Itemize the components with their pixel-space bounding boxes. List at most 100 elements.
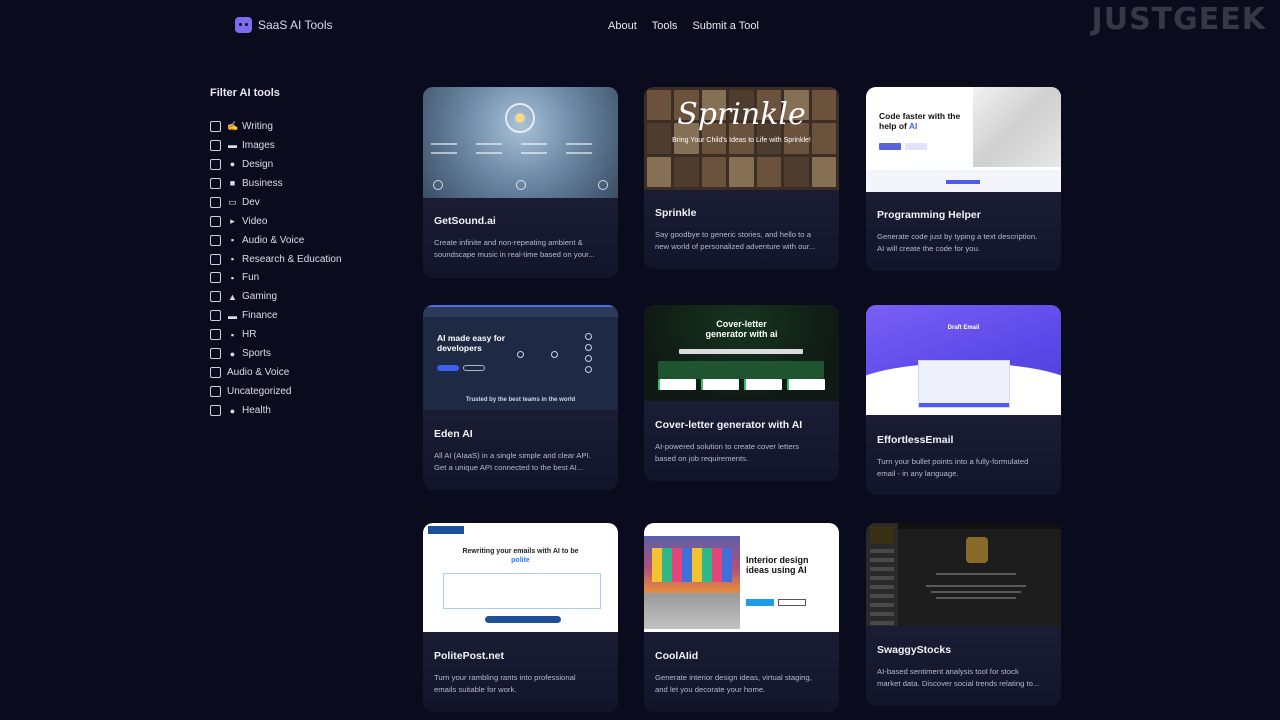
thumb-heading: Rewriting your emails with AI to be polit… bbox=[462, 548, 579, 564]
tool-name[interactable]: EffortlessEmail bbox=[877, 434, 1050, 446]
filter-item[interactable]: Uncategorized bbox=[210, 382, 342, 401]
filter-item[interactable]: ▬ Finance bbox=[210, 306, 342, 325]
tool-name[interactable]: Programming Helper bbox=[877, 209, 1050, 221]
tool-name[interactable]: PolitePost.net bbox=[434, 650, 607, 662]
thumb-footer: Trusted by the best teams in the world bbox=[465, 397, 576, 403]
tool-thumbnail: Draft Email bbox=[866, 305, 1061, 415]
filter-checkbox[interactable] bbox=[210, 196, 221, 208]
filter-label: Business bbox=[242, 177, 283, 189]
thumb-heading: Code faster with the help of AI bbox=[879, 111, 961, 131]
tool-thumbnail bbox=[423, 87, 618, 198]
filter-item[interactable]: ● Health bbox=[210, 401, 342, 420]
tool-card-programming-helper[interactable]: Code faster with the help of AI Programm… bbox=[866, 87, 1061, 271]
tool-description: Say goodbye to generic stories, and hell… bbox=[655, 230, 816, 251]
tool-description: Turn your rambling rants into profession… bbox=[434, 673, 576, 694]
tool-card-coolaiid[interactable]: Interior design ideas using AI CoolAIid … bbox=[644, 523, 839, 712]
tool-card-swaggystocks[interactable]: SwaggyStocks AI-based sentiment analysis… bbox=[866, 523, 1061, 706]
filter-item[interactable]: ▪ Audio & Voice bbox=[210, 231, 342, 250]
tool-name[interactable]: CoolAIid bbox=[655, 650, 828, 662]
tool-card-eden-ai[interactable]: AI made easy for developers Trusted by t… bbox=[423, 305, 618, 490]
card-body: PolitePost.net Turn your rambling rants … bbox=[423, 632, 618, 696]
filter-checkbox[interactable] bbox=[210, 253, 221, 265]
tool-card-effortless-email[interactable]: Draft Email EffortlessEmail Turn your bu… bbox=[866, 305, 1061, 495]
filter-item[interactable]: ✍ Writing bbox=[210, 117, 342, 136]
tool-card-sprinkle[interactable]: Sprinkle Bring Your Child's Ideas to Lif… bbox=[644, 87, 839, 269]
tool-card-politepost[interactable]: Rewriting your emails with AI to be polit… bbox=[423, 523, 618, 712]
filter-label: Writing bbox=[242, 120, 273, 132]
tool-description: Create infinite and non-repeating ambien… bbox=[434, 238, 595, 259]
dev-icon: ▭ bbox=[228, 196, 237, 207]
page: SaaS AI Tools About Tools Submit a Tool … bbox=[0, 0, 1280, 720]
filter-item[interactable]: ▪ HR bbox=[210, 325, 342, 344]
tool-description: Turn your bullet points into a fully-for… bbox=[877, 457, 1029, 478]
filter-item[interactable]: ■ Business bbox=[210, 174, 342, 193]
tool-thumbnail: AI made easy for developers Trusted by t… bbox=[423, 305, 618, 410]
filter-item[interactable]: ▪ Fun bbox=[210, 269, 342, 288]
watermark: JUSTGEEK bbox=[1091, 2, 1266, 37]
nav-about-link[interactable]: About bbox=[608, 20, 637, 32]
filter-checkbox[interactable] bbox=[210, 329, 221, 341]
hr-icon: ▪ bbox=[230, 329, 235, 340]
filter-checkbox[interactable] bbox=[210, 120, 221, 132]
player-icons bbox=[433, 180, 608, 190]
filter-item[interactable]: ▪ Research & Education bbox=[210, 250, 342, 269]
thumb-heading: Cover-letter generator with ai bbox=[705, 319, 778, 339]
card-body: SwaggyStocks AI-based sentiment analysis… bbox=[866, 626, 1061, 690]
filter-item[interactable]: ● Design bbox=[210, 155, 342, 174]
tool-card-getsound[interactable]: GetSound.ai Create infinite and non-repe… bbox=[423, 87, 618, 278]
filter-checkbox[interactable] bbox=[210, 177, 221, 189]
health-icon: ● bbox=[229, 405, 236, 416]
filter-checkbox[interactable] bbox=[210, 272, 221, 284]
sports-icon: ● bbox=[229, 348, 236, 359]
globe-icon bbox=[433, 180, 443, 190]
filter-checkbox[interactable] bbox=[210, 139, 221, 151]
tool-name[interactable]: Sprinkle bbox=[655, 207, 828, 219]
tool-thumbnail: Cover-letter generator with ai bbox=[644, 305, 839, 401]
video-icon: ▸ bbox=[230, 215, 235, 226]
card-body: Programming Helper Generate code just by… bbox=[866, 192, 1061, 255]
nav-tools-link[interactable]: Tools bbox=[652, 20, 678, 32]
filter-item[interactable]: ▸ Video bbox=[210, 212, 342, 231]
tool-description: AI-powered solution to create cover lett… bbox=[655, 442, 799, 463]
filter-checkbox[interactable] bbox=[210, 158, 221, 170]
tool-name[interactable]: Eden AI bbox=[434, 428, 607, 440]
card-body: Sprinkle Say goodbye to generic stories,… bbox=[644, 190, 839, 253]
writing-icon: ✍ bbox=[227, 120, 239, 131]
filter-label: Video bbox=[242, 215, 268, 227]
thumb-heading: Interior design ideas using AI bbox=[746, 555, 809, 575]
filter-label: Fun bbox=[242, 272, 260, 284]
tool-description: AI-based sentiment analysis tool for sto… bbox=[877, 667, 1040, 688]
filter-item[interactable]: ▬ Images bbox=[210, 136, 342, 155]
filter-checkbox[interactable] bbox=[210, 310, 221, 322]
tool-card-cover-letter[interactable]: Cover-letter generator with ai Cover-let… bbox=[644, 305, 839, 481]
card-body: CoolAIid Generate interior design ideas,… bbox=[644, 632, 839, 696]
play-icon bbox=[515, 180, 526, 190]
swaggy-mascot-icon bbox=[966, 537, 988, 563]
filter-label: Gaming bbox=[242, 291, 278, 303]
card-body: EffortlessEmail Turn your bullet points … bbox=[866, 415, 1061, 480]
nav-submit-tool-link[interactable]: Submit a Tool bbox=[692, 20, 758, 32]
filter-checkbox[interactable] bbox=[210, 405, 221, 417]
filter-checkbox[interactable] bbox=[210, 386, 221, 398]
weather-stats bbox=[431, 143, 611, 154]
filter-item[interactable]: ▭ Dev bbox=[210, 193, 342, 212]
tool-name[interactable]: SwaggyStocks bbox=[877, 644, 1050, 656]
filter-label: HR bbox=[242, 329, 257, 341]
tool-name[interactable]: Cover-letter generator with AI bbox=[655, 419, 828, 431]
tool-thumbnail: Sprinkle Bring Your Child's Ideas to Lif… bbox=[644, 87, 839, 190]
filter-label: Research & Education bbox=[242, 253, 342, 265]
filter-item[interactable]: ● Sports bbox=[210, 344, 342, 363]
filter-checkbox[interactable] bbox=[210, 367, 221, 379]
filter-checkbox[interactable] bbox=[210, 348, 221, 360]
filter-item[interactable]: ▲ Gaming bbox=[210, 287, 342, 306]
site-logo[interactable]: SaaS AI Tools bbox=[235, 17, 333, 33]
tool-description: All AI (AIaaS) in a single simple and cl… bbox=[434, 451, 591, 472]
filter-checkbox[interactable] bbox=[210, 215, 221, 227]
filter-checkbox[interactable] bbox=[210, 234, 221, 246]
tool-name[interactable]: GetSound.ai bbox=[434, 215, 607, 227]
sun-icon bbox=[505, 103, 535, 133]
top-nav: About Tools Submit a Tool bbox=[608, 20, 759, 32]
filter-item[interactable]: Audio & Voice bbox=[210, 363, 342, 382]
filter-checkbox[interactable] bbox=[210, 291, 221, 303]
filter-label: Finance bbox=[242, 310, 278, 322]
